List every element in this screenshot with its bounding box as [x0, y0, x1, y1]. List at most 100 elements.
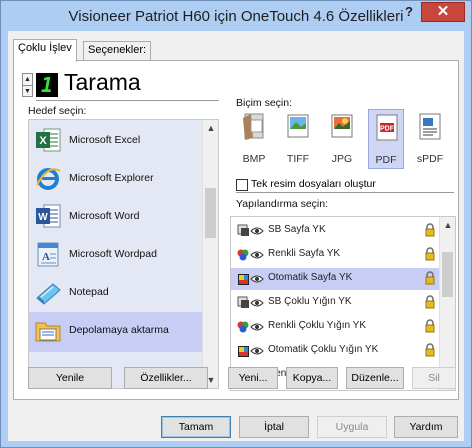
single-image-checkbox[interactable] [236, 179, 248, 191]
config-item[interactable]: SB Çoklu Yığın YK [231, 292, 441, 314]
auto-scan-icon [238, 346, 264, 357]
bw-scan-icon [237, 296, 264, 308]
format-divider [236, 192, 454, 193]
config-item-label: SB Çoklu Yığın YK [268, 296, 352, 307]
lock-icon [425, 319, 435, 333]
action-divider [36, 100, 219, 101]
word-icon: W [36, 204, 61, 228]
lock-icon [425, 247, 435, 261]
svg-text:A: A [42, 251, 50, 263]
close-button[interactable]: ✕ [421, 2, 465, 22]
spdf-icon [419, 113, 441, 140]
jpg-icon [331, 114, 353, 138]
ok-button[interactable]: Tamam [161, 416, 231, 438]
lock-icon [425, 295, 435, 309]
destination-item-notepad[interactable]: Notepad [29, 274, 204, 312]
lock-icon [425, 223, 435, 237]
destination-item-label: Microsoft Word [69, 210, 140, 222]
svg-text:PDF: PDF [380, 126, 395, 133]
internet-explorer-icon [36, 168, 61, 190]
dialog-window: Visioneer Patriot H60 için OneTouch 4.6 … [0, 0, 472, 448]
tab-panel: ▲ ▼ 1 Tarama Hedef seçin: X Microsoft Ex… [13, 60, 459, 400]
tiff-icon [287, 114, 309, 138]
format-jpg-label: JPG [331, 153, 353, 165]
config-item-label: SB Sayfa YK [268, 224, 326, 235]
configuration-scrollbar[interactable]: ▲ ▼ [439, 217, 455, 390]
configuration-list[interactable]: SB Sayfa YK Renkli Sayfa YK Otomatik Say… [230, 216, 456, 391]
format-spdf-label: sPDF [416, 153, 444, 165]
title-bar[interactable]: Visioneer Patriot H60 için OneTouch 4.6 … [1, 1, 471, 31]
format-spdf[interactable]: sPDF [412, 109, 448, 169]
pdf-icon: PDF [376, 114, 398, 141]
color-scan-icon [237, 321, 264, 333]
copy-config-button[interactable]: Kopya... [286, 367, 338, 389]
notepad-icon [36, 283, 61, 305]
config-item[interactable]: Otomatik Sayfa YK [231, 268, 441, 290]
config-item-label: Otomatik Sayfa YK [268, 272, 353, 283]
refresh-button[interactable]: Yenile [28, 367, 112, 389]
action-number-display: 1 [36, 73, 58, 97]
svg-text:W: W [38, 212, 48, 223]
bmp-icon [243, 113, 264, 140]
config-item[interactable]: Otomatik Çoklu Yığın YK [231, 340, 441, 362]
destination-item-label: Microsoft Excel [69, 134, 141, 146]
destination-item-label: Microsoft Wordpad [69, 248, 157, 260]
config-item-label: Otomatik Çoklu Yığın YK [268, 344, 379, 355]
scroll-up-icon[interactable]: ▲ [203, 120, 218, 136]
color-scan-icon [237, 249, 264, 261]
single-image-label: Tek resim dosyaları oluştur [251, 178, 376, 190]
spinner-up-icon[interactable]: ▲ [23, 74, 32, 85]
destination-scrollbar[interactable]: ▲ ▼ [202, 120, 218, 388]
cancel-button[interactable]: İptal [239, 416, 309, 438]
destination-label: Hedef seçin: [28, 105, 87, 117]
destination-item-word[interactable]: W Microsoft Word [29, 198, 204, 236]
config-item[interactable]: Renkli Çoklu Yığın YK [231, 316, 441, 338]
help-button[interactable]: Yardım [394, 416, 458, 438]
apply-button[interactable]: Uygula [317, 416, 387, 438]
configuration-label: Yapılandırma seçin: [236, 198, 329, 210]
destination-item-label: Notepad [69, 286, 109, 298]
dialog-client-area: Çoklu İşlev Seçenekler: ▲ ▼ 1 Tarama Hed… [8, 31, 464, 441]
destination-item-wordpad[interactable]: A Microsoft Wordpad [29, 236, 204, 274]
wordpad-icon: A [37, 242, 59, 267]
storage-folder-icon [35, 322, 61, 342]
excel-icon: X [36, 128, 61, 152]
format-pdf-label: PDF [375, 154, 397, 166]
format-tiff-label: TIFF [286, 153, 310, 165]
format-label: Biçim seçin: [236, 97, 293, 109]
format-bmp[interactable]: BMP [236, 109, 272, 169]
svg-text:X: X [39, 135, 47, 147]
edit-config-button[interactable]: Düzenle... [346, 367, 404, 389]
destination-list[interactable]: X Microsoft Excel Microsoft Explorer W M… [28, 119, 219, 389]
config-item-label: Renkli Sayfa YK [268, 248, 341, 259]
spinner-down-icon[interactable]: ▼ [23, 85, 32, 96]
format-pdf[interactable]: PDF PDF [368, 109, 404, 169]
tab-options[interactable]: Seçenekler: [83, 41, 152, 61]
destination-item-label: Microsoft Explorer [69, 172, 154, 184]
action-spinner[interactable]: ▲ ▼ [22, 73, 33, 97]
scrollbar-thumb[interactable] [205, 188, 216, 238]
delete-config-button[interactable]: Sil [412, 367, 456, 389]
new-config-button[interactable]: Yeni... [228, 367, 278, 389]
config-item[interactable]: SB Sayfa YK [231, 220, 441, 242]
destination-item-excel[interactable]: X Microsoft Excel [29, 122, 204, 160]
format-jpg[interactable]: JPG [324, 109, 360, 169]
properties-button[interactable]: Özellikler... [124, 367, 208, 389]
action-name: Tarama [64, 69, 141, 95]
bw-scan-icon [237, 224, 264, 236]
tab-multi-function[interactable]: Çoklu İşlev [13, 39, 77, 62]
scrollbar-thumb[interactable] [442, 252, 453, 297]
config-item[interactable]: Renkli Sayfa YK [231, 244, 441, 266]
format-tiff[interactable]: TIFF [280, 109, 316, 169]
lock-icon [425, 271, 435, 285]
lock-icon [425, 343, 435, 357]
format-bmp-label: BMP [242, 153, 266, 165]
destination-item-storage[interactable]: Depolamaya aktarma [29, 312, 204, 352]
auto-scan-icon [238, 274, 264, 285]
scroll-up-icon[interactable]: ▲ [440, 217, 455, 233]
config-item-label: Renkli Çoklu Yığın YK [268, 320, 367, 331]
destination-item-explorer[interactable]: Microsoft Explorer [29, 160, 204, 198]
help-title-button[interactable]: ? [399, 4, 419, 22]
format-selector: BMP TIFF JPG PDF PDF sPDF [236, 109, 456, 169]
destination-item-label: Depolamaya aktarma [69, 324, 169, 336]
